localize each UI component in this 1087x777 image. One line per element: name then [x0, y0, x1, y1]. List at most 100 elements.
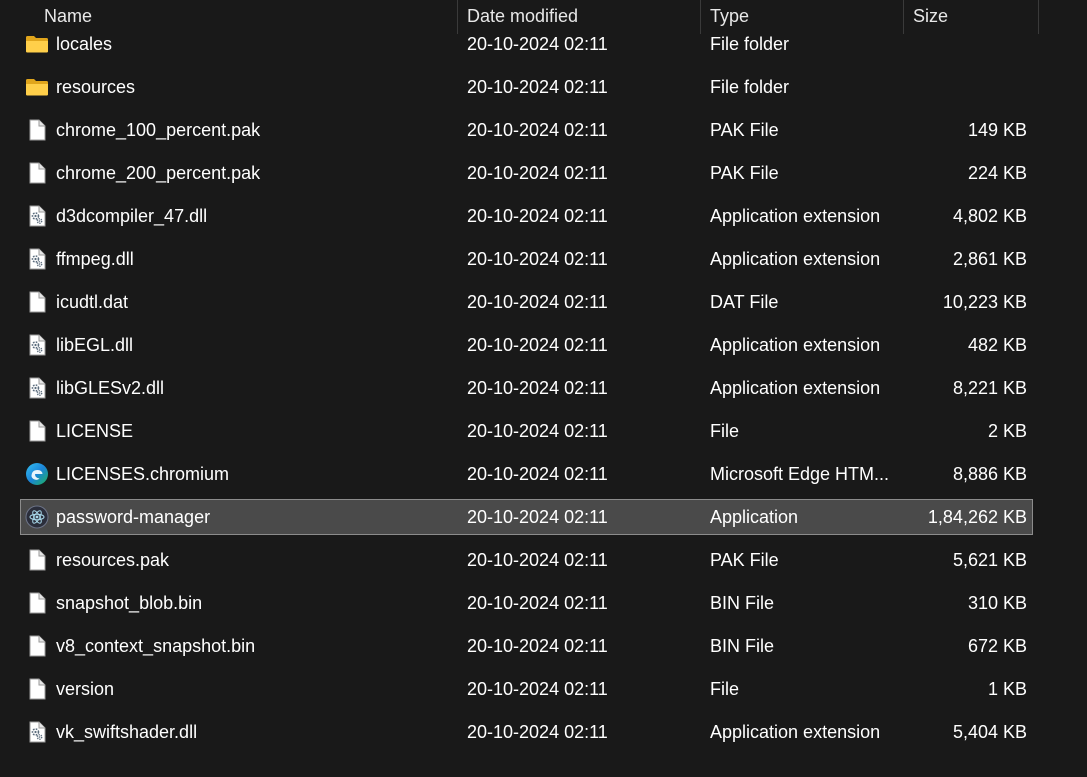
edge-icon — [25, 462, 49, 486]
dll-icon — [25, 333, 49, 357]
file-type: PAK File — [710, 163, 779, 183]
file-row[interactable]: ffmpeg.dll 20-10-2024 02:11 Application ex… — [20, 241, 1033, 277]
file-type: File folder — [710, 34, 790, 54]
file-type: DAT File — [710, 292, 779, 312]
column-divider[interactable] — [1038, 0, 1039, 34]
folder-icon — [25, 32, 49, 56]
file-size: 1 KB — [987, 679, 1027, 699]
file-name: resources.pak — [56, 550, 170, 570]
file-name: d3dcompiler_47.dll — [56, 206, 208, 226]
file-name: LICENSES.chromium — [56, 464, 230, 484]
file-icon — [25, 677, 49, 701]
file-date-modified: 20-10-2024 02:11 — [467, 636, 608, 656]
file-row[interactable]: resources.pak 20-10-2024 02:11 PAK File 5,6… — [20, 542, 1033, 578]
file-size: 5,621 KB — [952, 550, 1027, 570]
file-date-modified: 20-10-2024 02:11 — [467, 550, 608, 570]
dll-icon — [25, 720, 49, 744]
file-type: File — [710, 421, 740, 441]
file-row[interactable]: password-manager 20-10-2024 02:11 Applicat… — [20, 499, 1033, 535]
file-type: File — [710, 679, 740, 699]
file-type: Application — [710, 507, 799, 527]
folder-icon — [25, 75, 49, 99]
file-type: PAK File — [710, 550, 779, 570]
file-row[interactable]: icudtl.dat 20-10-2024 02:11 DAT File 10,223… — [20, 284, 1033, 320]
file-type: Microsoft Edge HTM... — [710, 464, 890, 484]
file-name: libEGL.dll — [56, 335, 134, 355]
dll-icon — [25, 376, 49, 400]
file-size: 8,886 KB — [952, 464, 1027, 484]
file-row[interactable]: snapshot_blob.bin 20-10-2024 02:11 BIN Fil… — [20, 585, 1033, 621]
file-name: locales — [56, 34, 113, 54]
file-date-modified: 20-10-2024 02:11 — [467, 163, 608, 183]
file-date-modified: 20-10-2024 02:11 — [467, 679, 608, 699]
file-icon — [25, 419, 49, 443]
file-explorer-details-view: ^ Name Date modified Type Size locales20… — [0, 0, 1087, 777]
file-size — [887, 27, 1027, 61]
file-row[interactable]: LICENSE 20-10-2024 02:11 File 2 KB — [20, 413, 1033, 449]
file-size: 10,223 KB — [942, 292, 1027, 312]
file-icon — [25, 118, 49, 142]
file-size: 8,221 KB — [952, 378, 1027, 398]
file-name: password-manager — [56, 507, 211, 527]
file-name: LICENSE — [56, 421, 134, 441]
file-date-modified: 20-10-2024 02:11 — [467, 464, 608, 484]
file-size: 2 KB — [987, 421, 1027, 441]
file-icon — [25, 591, 49, 615]
file-date-modified: 20-10-2024 02:11 — [467, 249, 608, 269]
file-row[interactable]: libGLESv2.dll 20-10-2024 02:11 Application… — [20, 370, 1033, 406]
file-name: icudtl.dat — [56, 292, 129, 312]
file-date-modified: 20-10-2024 02:11 — [467, 593, 608, 613]
file-row[interactable]: LICENSES.chromium 20-10-2024 02:11 Microso… — [20, 456, 1033, 492]
file-date-modified: 20-10-2024 02:11 — [467, 335, 608, 355]
file-type: BIN File — [710, 593, 775, 613]
dll-icon — [25, 204, 49, 228]
file-size: 1,84,262 KB — [927, 507, 1027, 527]
file-name: libGLESv2.dll — [56, 378, 165, 398]
file-type: Application extension — [710, 206, 881, 226]
file-size: 672 KB — [967, 636, 1027, 656]
file-row[interactable]: d3dcompiler_47.dll 20-10-2024 02:11 Applic… — [20, 198, 1033, 234]
file-row[interactable]: resources 20-10-2024 02:11 File folder — [20, 69, 1033, 105]
file-date-modified: 20-10-2024 02:11 — [467, 120, 608, 140]
file-row[interactable]: version 20-10-2024 02:11 File 1 KB — [20, 671, 1033, 707]
file-name: v8_context_snapshot.bin — [56, 636, 256, 656]
file-icon — [25, 634, 49, 658]
file-row[interactable]: libEGL.dll 20-10-2024 02:11 Application ex… — [20, 327, 1033, 363]
file-row[interactable]: vk_swiftshader.dll 20-10-2024 02:11 Applic… — [20, 714, 1033, 750]
file-type: File folder — [710, 77, 790, 97]
file-name: resources — [56, 77, 136, 97]
file-size: 4,802 KB — [952, 206, 1027, 226]
file-size: 5,404 KB — [952, 722, 1027, 742]
file-size: 2,861 KB — [952, 249, 1027, 269]
file-row[interactable]: chrome_100_percent.pak 20-10-2024 02:11 PA… — [20, 112, 1033, 148]
file-row[interactable]: locales 20-10-2024 02:11 File folder — [20, 26, 1033, 62]
file-size: 482 KB — [967, 335, 1027, 355]
file-icon — [25, 290, 49, 314]
file-type: Application extension — [710, 335, 881, 355]
file-size: 224 KB — [967, 163, 1027, 183]
file-name: chrome_100_percent.pak — [56, 120, 261, 140]
file-row[interactable]: chrome_200_percent.pak 20-10-2024 02:11 PA… — [20, 155, 1033, 191]
file-size: 310 KB — [967, 593, 1027, 613]
file-type: Application extension — [710, 378, 881, 398]
file-date-modified: 20-10-2024 02:11 — [467, 722, 608, 742]
file-size — [887, 70, 1027, 104]
file-row[interactable]: v8_context_snapshot.bin 20-10-2024 02:11 B… — [20, 628, 1033, 664]
file-date-modified: 20-10-2024 02:11 — [467, 421, 608, 441]
file-date-modified: 20-10-2024 02:11 — [467, 206, 608, 226]
file-type: BIN File — [710, 636, 775, 656]
file-date-modified: 20-10-2024 02:11 — [467, 507, 608, 527]
file-type: Application extension — [710, 722, 881, 742]
file-type: Application extension — [710, 249, 881, 269]
file-name: version — [56, 679, 115, 699]
file-date-modified: 20-10-2024 02:11 — [467, 34, 608, 54]
file-icon — [25, 548, 49, 572]
file-icon — [25, 161, 49, 185]
file-date-modified: 20-10-2024 02:11 — [467, 77, 608, 97]
file-size: 149 KB — [967, 120, 1027, 140]
dll-icon — [25, 247, 49, 271]
file-name: ffmpeg.dll — [56, 249, 134, 269]
file-date-modified: 20-10-2024 02:11 — [467, 378, 608, 398]
file-type: PAK File — [710, 120, 779, 140]
file-name: chrome_200_percent.pak — [56, 163, 261, 183]
